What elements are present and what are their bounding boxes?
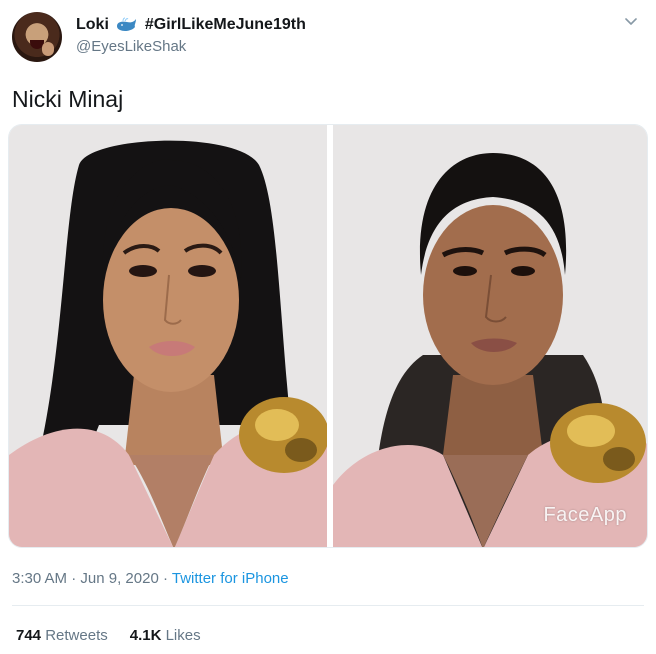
- tweet-meta: 3:30 AM · Jun 9, 2020 · Twitter for iPho…: [12, 570, 289, 587]
- avatar-hand: [42, 42, 54, 56]
- author-display-name[interactable]: Loki: [76, 16, 109, 34]
- tweet-text: Nicki Minaj: [12, 86, 124, 112]
- author-name-row: Loki #GirlLikeMeJune19th: [76, 16, 306, 34]
- meta-separator: ·: [162, 570, 168, 587]
- author-name-hashtag[interactable]: #GirlLikeMeJune19th: [145, 16, 306, 34]
- media-photo-left[interactable]: [9, 125, 327, 547]
- chevron-down-icon[interactable]: [624, 14, 638, 28]
- avatar[interactable]: [12, 12, 62, 62]
- tweet-date[interactable]: Jun 9, 2020: [80, 570, 158, 587]
- likes-stat[interactable]: 4.1K Likes: [130, 627, 201, 644]
- tweet-time[interactable]: 3:30 AM: [12, 570, 67, 587]
- portrait-right-illustration: [333, 125, 647, 547]
- tweet-media[interactable]: FaceApp: [8, 124, 648, 548]
- portrait-left-illustration: [9, 125, 327, 547]
- tweet-source-link[interactable]: Twitter for iPhone: [172, 570, 289, 587]
- retweets-label: Retweets: [45, 627, 108, 644]
- tweet-stats: 744 Retweets 4.1K Likes: [16, 627, 201, 644]
- retweets-count: 744: [16, 627, 42, 644]
- faceapp-watermark: FaceApp: [543, 504, 627, 526]
- meta-separator: ·: [71, 570, 77, 587]
- divider-line: [12, 605, 644, 606]
- author-handle[interactable]: @EyesLikeShak: [76, 38, 186, 55]
- likes-count: 4.1K: [129, 627, 162, 644]
- whale-icon: [116, 17, 136, 31]
- media-photo-right[interactable]: FaceApp: [333, 125, 647, 547]
- retweets-stat[interactable]: 744 Retweets: [16, 627, 108, 644]
- likes-label: Likes: [165, 627, 201, 644]
